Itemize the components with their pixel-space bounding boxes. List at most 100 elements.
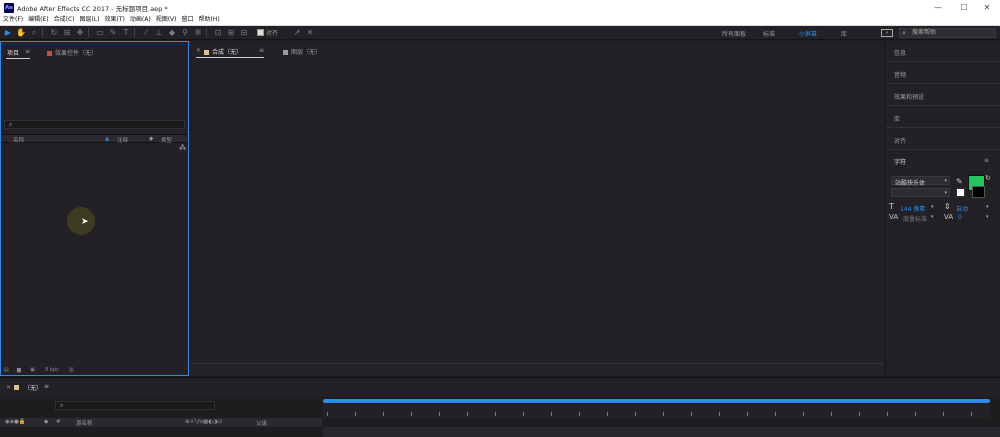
clone-stamp-tool-icon[interactable]: ⊥ bbox=[154, 28, 164, 38]
timeline-chip bbox=[14, 384, 19, 390]
snap-checkbox[interactable] bbox=[257, 29, 264, 36]
pen-tool-icon[interactable]: ✎ bbox=[108, 28, 118, 38]
bpc-label[interactable]: 8 bpc bbox=[45, 367, 59, 373]
close-tab-icon[interactable]: ✕ bbox=[6, 384, 11, 391]
tab-composition[interactable]: 合成（无） bbox=[204, 47, 242, 56]
comp-lock-icon[interactable]: ✕ bbox=[196, 47, 201, 54]
eyedropper-icon[interactable]: ✎ bbox=[956, 177, 963, 186]
composition-menu-icon[interactable]: ≡ bbox=[259, 47, 264, 54]
world-axis-mode-icon[interactable]: ⊞ bbox=[226, 28, 236, 38]
ruler-tick bbox=[523, 412, 524, 416]
col-name[interactable]: 名称 bbox=[13, 136, 24, 144]
workspace-menu-icon[interactable]: » bbox=[881, 29, 893, 37]
type-tool-icon[interactable]: T bbox=[121, 28, 131, 38]
workspace-libraries[interactable]: 库 bbox=[841, 29, 847, 38]
rotate-tool-icon[interactable]: ↻ bbox=[49, 28, 59, 38]
panel-libraries[interactable]: 库 bbox=[894, 114, 900, 123]
ruler-tick bbox=[663, 412, 664, 416]
eraser-tool-icon[interactable]: ◆ bbox=[167, 28, 177, 38]
font-style-dropdown[interactable]: ▾ bbox=[891, 188, 950, 197]
chevron-down-icon[interactable]: ▾ bbox=[986, 214, 989, 220]
menu-edit[interactable]: 编辑(E) bbox=[28, 15, 48, 25]
timeline-track-area[interactable] bbox=[323, 427, 1000, 437]
workspace-small-screen[interactable]: 小屏幕 bbox=[799, 29, 817, 38]
ruler-tick bbox=[971, 412, 972, 416]
menu-view[interactable]: 视图(V) bbox=[156, 15, 177, 25]
tracking-value[interactable]: 0 bbox=[958, 214, 962, 221]
time-ruler[interactable] bbox=[323, 404, 990, 418]
local-axis-mode-icon[interactable]: ⊡ bbox=[213, 28, 223, 38]
workspace-standard[interactable]: 标准 bbox=[763, 29, 775, 38]
view-axis-mode-icon[interactable]: ⊟ bbox=[239, 28, 249, 38]
kerning-value[interactable]: 度量标准 bbox=[903, 214, 927, 223]
delete-icon[interactable]: ▥ bbox=[69, 367, 74, 373]
project-search-input[interactable]: ⌕ bbox=[4, 120, 185, 129]
timeline-header: ✕ （无） ≡ bbox=[0, 377, 1000, 397]
leading-value[interactable]: 自动 bbox=[956, 204, 968, 213]
tab-effect-controls[interactable]: 效果控件（无） bbox=[47, 48, 97, 57]
panel-character[interactable]: 字符 bbox=[894, 157, 906, 166]
new-folder-icon[interactable]: ▆ bbox=[17, 367, 21, 373]
sort-up-icon[interactable]: ▲ bbox=[105, 136, 109, 142]
flowchart-icon[interactable]: ⁂ bbox=[179, 144, 186, 152]
tab-effect-controls-label: 效果控件（无） bbox=[55, 50, 98, 57]
panel-align[interactable]: 对齐 bbox=[894, 136, 906, 145]
ruler-tick bbox=[495, 412, 496, 416]
menu-effect[interactable]: 效果(T) bbox=[105, 15, 125, 25]
chevron-down-icon[interactable]: ▾ bbox=[931, 214, 934, 220]
project-panel-menu-icon[interactable]: ≡ bbox=[25, 48, 30, 55]
swap-colors-icon[interactable]: ↻ bbox=[985, 174, 991, 182]
character-menu-icon[interactable]: ≡ bbox=[984, 157, 989, 164]
zoom-tool-icon[interactable]: ⌕ bbox=[29, 28, 39, 38]
new-composition-icon[interactable]: ▣ bbox=[30, 367, 35, 373]
tab-timeline[interactable] bbox=[14, 383, 22, 391]
toolbar-separator bbox=[134, 28, 135, 37]
work-area-bar[interactable] bbox=[323, 399, 990, 403]
ruler-tick bbox=[943, 412, 944, 416]
white-swatch[interactable] bbox=[956, 188, 965, 197]
camera-tool-icon[interactable]: ⊞ bbox=[62, 28, 72, 38]
menu-file[interactable]: 文件(F) bbox=[3, 15, 23, 25]
roto-brush-tool-icon[interactable]: ⚲ bbox=[180, 28, 190, 38]
hand-tool-icon[interactable]: ✋ bbox=[16, 28, 26, 38]
font-family-dropdown[interactable]: 站酷快乐体 ▾ bbox=[891, 176, 950, 187]
timeline-menu-icon[interactable]: ≡ bbox=[44, 383, 49, 390]
panel-info[interactable]: 信息 bbox=[894, 48, 906, 57]
search-help-input[interactable]: ⌕ 搜索帮助 bbox=[899, 28, 996, 38]
label-tag-icon: ◆ bbox=[44, 419, 49, 425]
menu-window[interactable]: 窗口 bbox=[181, 15, 193, 25]
minimize-button[interactable]: — bbox=[925, 0, 951, 15]
composition-chip bbox=[204, 50, 209, 55]
brush-tool-icon[interactable]: ⁄ bbox=[141, 28, 151, 38]
menu-animation[interactable]: 动画(A) bbox=[130, 15, 151, 25]
panel-effects-presets[interactable]: 效果和预设 bbox=[894, 92, 924, 101]
right-panel: 信息 音频 效果和预设 库 对齐 字符 ≡ 站酷快乐体 ▾ ▾ ✎ ↻ T 144… bbox=[886, 41, 1000, 376]
chevron-down-icon[interactable]: ▾ bbox=[986, 204, 989, 210]
ruler-tick bbox=[719, 412, 720, 416]
chevron-down-icon[interactable]: ▾ bbox=[931, 204, 934, 210]
snap-features-icon[interactable]: ✕ bbox=[305, 28, 315, 38]
col-parent[interactable]: 父级 bbox=[256, 419, 267, 427]
col-comment[interactable]: 注释 bbox=[117, 136, 128, 144]
tab-project[interactable]: 项目 bbox=[7, 48, 19, 57]
menu-help[interactable]: 帮助(H) bbox=[199, 15, 220, 25]
rectangle-tool-icon[interactable]: ▭ bbox=[95, 28, 105, 38]
selection-tool-icon[interactable]: ▶ bbox=[3, 28, 13, 38]
workspace-all-panels[interactable]: 所有面板 bbox=[722, 29, 746, 38]
timeline-search-input[interactable]: ⌕ bbox=[55, 401, 215, 410]
menu-composition[interactable]: 合成(C) bbox=[54, 15, 75, 25]
tab-timeline-label[interactable]: （无） bbox=[24, 383, 42, 392]
snap-edges-icon[interactable]: ↗ bbox=[292, 28, 302, 38]
col-source-name[interactable]: 源名称 bbox=[76, 419, 93, 427]
menu-layer[interactable]: 图层(L) bbox=[80, 15, 100, 25]
font-size-value[interactable]: 144 像素 bbox=[900, 204, 925, 213]
timeline-column-header: ◉◈●🔒 ◆ # 源名称 ⊕☼╲fx▦◐◑⊙ 父级 bbox=[0, 418, 322, 427]
col-type[interactable]: 类型 bbox=[161, 136, 172, 144]
tab-layer[interactable]: 图层（无） bbox=[283, 47, 321, 56]
panel-audio[interactable]: 音频 bbox=[894, 70, 906, 79]
stroke-color-swatch[interactable] bbox=[972, 186, 985, 198]
puppet-tool-icon[interactable]: ✲ bbox=[193, 28, 203, 38]
pan-behind-tool-icon[interactable]: ✥ bbox=[75, 28, 85, 38]
close-button[interactable]: ✕ bbox=[974, 0, 1000, 15]
interpret-footage-icon[interactable]: ▤ bbox=[4, 367, 9, 373]
